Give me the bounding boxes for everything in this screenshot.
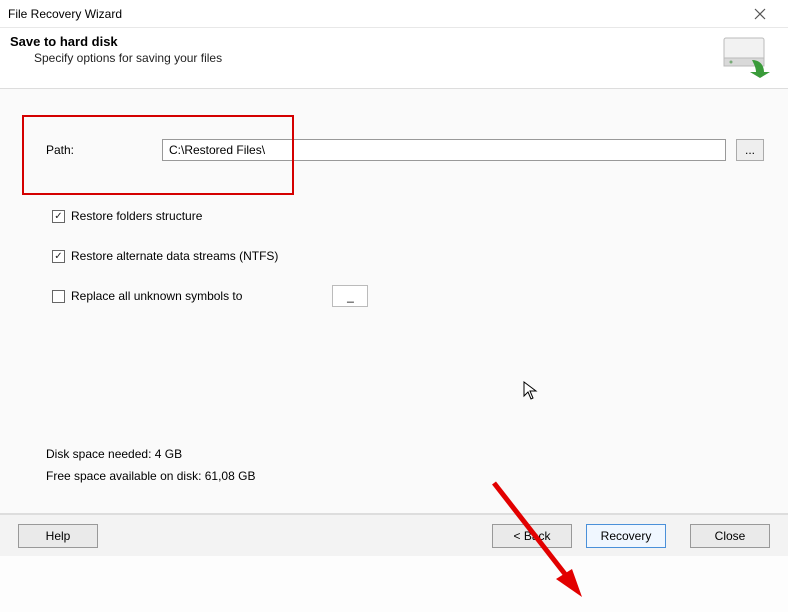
- restore-ads-label: Restore alternate data streams (NTFS): [71, 249, 278, 263]
- path-label: Path:: [46, 143, 162, 157]
- recovery-button[interactable]: Recovery: [586, 524, 666, 548]
- header-subtitle: Specify options for saving your files: [34, 51, 718, 65]
- replace-symbols-input[interactable]: [332, 285, 368, 307]
- header-title: Save to hard disk: [10, 34, 718, 49]
- disk-free: Free space available on disk: 61,08 GB: [46, 465, 255, 487]
- close-button[interactable]: Close: [690, 524, 770, 548]
- replace-symbols-checkbox[interactable]: [52, 290, 65, 303]
- restore-ads-checkbox[interactable]: ✓: [52, 250, 65, 263]
- restore-structure-checkbox[interactable]: ✓: [52, 210, 65, 223]
- restore-structure-label: Restore folders structure: [71, 209, 202, 223]
- replace-symbols-label: Replace all unknown symbols to: [71, 289, 242, 303]
- close-icon[interactable]: [740, 0, 780, 28]
- wizard-content: Path: ... ✓ Restore folders structure ✓ …: [0, 89, 788, 513]
- disk-needed: Disk space needed: 4 GB: [46, 443, 255, 465]
- restore-structure-row: ✓ Restore folders structure: [52, 205, 764, 227]
- hard-disk-icon: [718, 34, 774, 78]
- replace-symbols-row: Replace all unknown symbols to: [52, 285, 764, 307]
- restore-ads-row: ✓ Restore alternate data streams (NTFS): [52, 245, 764, 267]
- browse-button[interactable]: ...: [736, 139, 764, 161]
- cursor-icon: [522, 381, 540, 404]
- path-row: Path: ...: [24, 139, 764, 161]
- help-button[interactable]: Help: [18, 524, 98, 548]
- path-input[interactable]: [162, 139, 726, 161]
- back-button[interactable]: < Back: [492, 524, 572, 548]
- disk-info: Disk space needed: 4 GB Free space avail…: [46, 443, 255, 487]
- window-title: File Recovery Wizard: [8, 7, 740, 21]
- wizard-header: Save to hard disk Specify options for sa…: [0, 28, 788, 88]
- footer: Help < Back Recovery Close: [0, 514, 788, 556]
- titlebar: File Recovery Wizard: [0, 0, 788, 28]
